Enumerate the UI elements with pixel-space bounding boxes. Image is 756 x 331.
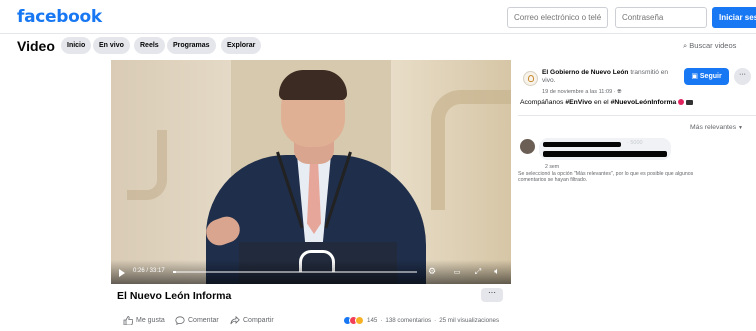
video-player[interactable]: 0:26 / 33:17 ⚙ ▭ ⤢ 🔈︎ — [111, 60, 511, 284]
reaction-summary[interactable]: 145 · 138 comentarios · 25 mil visualiza… — [343, 316, 499, 325]
hashtag-envivo[interactable]: #EnVivo — [565, 99, 592, 106]
separator-dot: · — [380, 317, 383, 324]
comment-faded-meta: · 5000 — [627, 140, 643, 146]
player-controls: 0:26 / 33:17 ⚙ ▭ ⤢ 🔈︎ — [111, 260, 511, 284]
share-button[interactable]: Compartir — [230, 316, 274, 325]
facebook-logo[interactable]: facebook — [17, 7, 102, 27]
comment-label: Comentar — [188, 317, 219, 324]
video-title: El Nuevo León Informa — [117, 290, 232, 302]
playback-time: 0:26 / 33:17 — [133, 268, 165, 274]
like-label: Me gusta — [136, 317, 165, 324]
search-icon: ⌕ — [683, 41, 688, 50]
like-icon — [123, 316, 133, 325]
page-title: Video — [17, 38, 55, 54]
follow-button[interactable]: ▣ Seguir — [684, 68, 729, 85]
comment-sort-dropdown[interactable]: Más relevantes ▼ — [690, 124, 743, 131]
comment-age: 2 sem — [545, 164, 560, 170]
captions-icon[interactable]: ▭ — [451, 266, 463, 278]
search-videos-label: Buscar videos — [689, 41, 737, 50]
password-field[interactable] — [615, 7, 707, 28]
post-more-button[interactable]: ··· — [734, 68, 751, 85]
volume-icon[interactable]: 🔈︎ — [491, 266, 503, 278]
divider — [518, 115, 756, 116]
post-timestamp-text: 19 de noviembre a las 11:09 · — [542, 89, 618, 95]
tab-inicio[interactable]: Inicio — [61, 37, 92, 54]
video-backdrop-shape — [127, 130, 167, 200]
chevron-down-icon: ▼ — [737, 125, 743, 131]
globe-icon: 🌐︎ — [617, 89, 622, 95]
post-text-prefix: Acompáñanos — [520, 99, 564, 106]
follow-icon: ▣ — [691, 72, 698, 80]
haha-reaction-icon — [355, 316, 364, 325]
progress-bar[interactable] — [173, 271, 417, 273]
comment-icon — [175, 316, 185, 325]
tab-en-vivo[interactable]: En vivo — [93, 37, 130, 54]
reactions-count: 145 — [367, 317, 378, 324]
hashtag-nuevoleoninforma[interactable]: #NuevoLeónInforma — [611, 99, 677, 106]
video-more-button[interactable]: ··· — [481, 288, 503, 302]
views-count: 25 mil visualizaciones — [439, 317, 500, 324]
post-timestamp[interactable]: 19 de noviembre a las 11:09 · 🌐︎ — [542, 89, 622, 96]
speaker-hair — [279, 70, 347, 100]
email-field[interactable] — [507, 7, 608, 28]
post-header: El Gobierno de Nuevo León transmitió en … — [542, 69, 680, 85]
tab-programas[interactable]: Programas — [167, 37, 216, 54]
red-circle-emoji-icon — [678, 99, 685, 106]
redacted-comment-text — [543, 151, 667, 157]
tab-reels[interactable]: Reels — [134, 37, 165, 54]
redacted-commenter-name — [543, 142, 621, 147]
progress-fill — [173, 271, 177, 273]
like-button[interactable]: Me gusta — [123, 316, 165, 325]
video-backdrop-shape — [431, 90, 511, 210]
top-navigation-bar: facebook Iniciar sesión — [0, 0, 756, 34]
share-label: Compartir — [243, 317, 274, 324]
separator-dot: · — [434, 317, 437, 324]
follow-label: Seguir — [699, 73, 722, 80]
reaction-icons — [343, 316, 364, 325]
share-icon — [230, 316, 240, 325]
play-icon[interactable] — [119, 269, 125, 277]
search-videos[interactable]: ⌕ Buscar videos — [683, 37, 736, 54]
commenter-avatar[interactable] — [520, 139, 535, 154]
post-text: Acompáñanos #EnVivo en el #NuevoLeónInfo… — [520, 99, 750, 106]
post-text-mid: en el — [593, 99, 609, 106]
comment-button[interactable]: Comentar — [175, 316, 219, 325]
camera-emoji-icon — [686, 99, 694, 105]
login-button[interactable]: Iniciar sesión — [712, 7, 756, 28]
filter-notice: Se seleccionó la opción "Más relevantes"… — [518, 171, 694, 184]
page-avatar[interactable] — [523, 71, 538, 86]
fullscreen-icon[interactable]: ⤢ — [472, 266, 484, 278]
tab-explorar[interactable]: Explorar — [221, 37, 262, 54]
comment-sort-label: Más relevantes — [690, 124, 737, 131]
page-name-link[interactable]: El Gobierno de Nuevo León — [542, 69, 628, 76]
nuevo-leon-logo-icon — [528, 75, 534, 82]
settings-gear-icon[interactable]: ⚙ — [426, 266, 438, 278]
comments-count[interactable]: 138 comentarios — [385, 317, 431, 324]
